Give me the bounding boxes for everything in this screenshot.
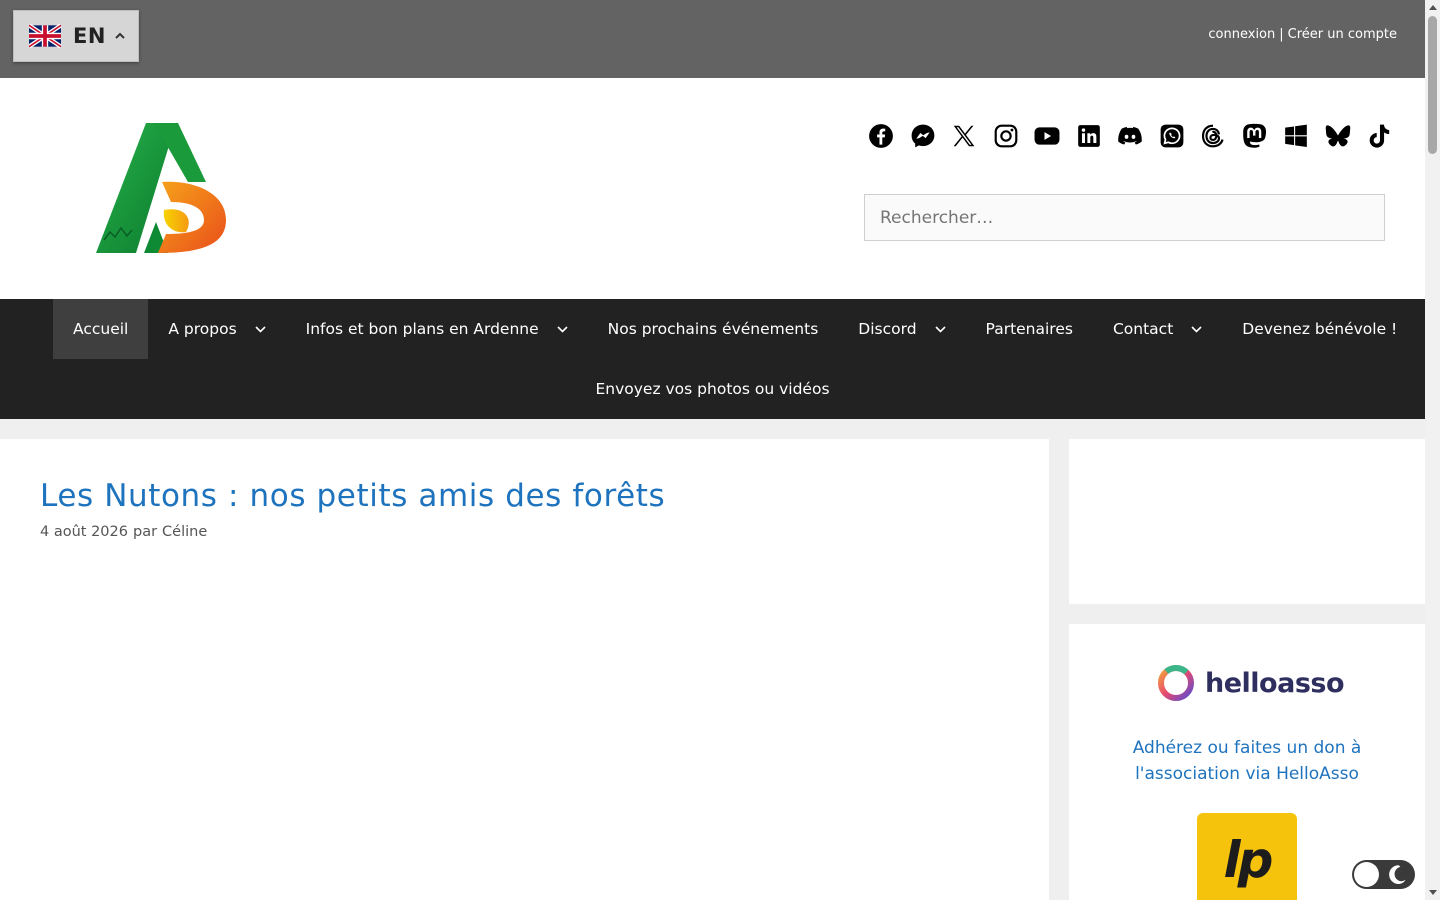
helloasso-logo[interactable]: helloasso	[1157, 664, 1345, 702]
messenger-link[interactable]	[908, 121, 938, 151]
post-by: par	[132, 524, 158, 540]
threads-icon	[1201, 124, 1224, 148]
page-scrollbar[interactable]	[1425, 0, 1440, 900]
tiktok-link[interactable]	[1364, 121, 1394, 151]
nav-label: Nos prochains événements	[607, 320, 819, 338]
chevron-down-icon	[934, 325, 946, 333]
linkedin-icon	[1077, 125, 1100, 147]
nav-label: Devenez bénévole !	[1242, 320, 1398, 338]
auth-separator: |	[1279, 27, 1284, 42]
scroll-up-arrow-icon[interactable]	[1425, 0, 1440, 15]
chevron-down-icon	[1191, 325, 1202, 333]
site-header	[0, 78, 1425, 299]
main-navigation: Accueil A propos Infos et bon plans en A…	[0, 299, 1425, 419]
nav-row-1: Accueil A propos Infos et bon plans en A…	[53, 299, 1417, 359]
instagram-icon	[994, 124, 1017, 148]
nav-item-evenements[interactable]: Nos prochains événements	[588, 299, 839, 359]
nav-item-benevole[interactable]: Devenez bénévole !	[1222, 299, 1417, 359]
mastodon-link[interactable]	[1240, 121, 1270, 151]
whatsapp-link[interactable]	[1157, 121, 1187, 151]
threads-link[interactable]	[1198, 121, 1228, 151]
youtube-icon	[1034, 127, 1060, 145]
sidebar-widget-empty	[1069, 439, 1425, 604]
lp-logo[interactable]: lp	[1197, 813, 1297, 900]
facebook-link[interactable]	[866, 121, 896, 151]
lp-logo-text: lp	[1223, 831, 1274, 889]
helloasso-brand: helloasso	[1205, 667, 1345, 699]
youtube-link[interactable]	[1032, 121, 1062, 151]
post-author[interactable]: Céline	[162, 524, 207, 540]
register-link[interactable]: Créer un compte	[1288, 27, 1397, 42]
discord-link[interactable]	[1115, 121, 1145, 151]
helloasso-mark-icon	[1158, 665, 1194, 701]
x-link[interactable]	[949, 121, 979, 151]
post-meta: 4 août 2026 par Céline	[40, 524, 207, 540]
language-switcher[interactable]: EN	[13, 10, 139, 62]
discord-icon	[1118, 127, 1142, 145]
tiktok-icon	[1369, 124, 1390, 148]
nav-item-contact[interactable]: Contact	[1093, 299, 1222, 359]
nav-item-a-propos[interactable]: A propos	[148, 299, 285, 359]
language-code: EN	[73, 24, 106, 48]
instagram-link[interactable]	[991, 121, 1021, 151]
windows-icon	[1285, 124, 1307, 147]
chevron-down-icon	[255, 325, 266, 333]
main-content: Les Nutons : nos petits amis des forêts …	[0, 439, 1049, 900]
top-bar: EN connexion | Créer un compte	[0, 0, 1425, 78]
chevron-up-icon	[115, 32, 125, 39]
nav-label: Infos et bon plans en Ardenne	[305, 320, 539, 338]
scroll-down-arrow-icon[interactable]	[1425, 885, 1440, 900]
toggle-knob	[1354, 862, 1379, 887]
nav-item-partenaires[interactable]: Partenaires	[966, 299, 1093, 359]
site-logo[interactable]	[96, 122, 228, 256]
bluesky-link[interactable]	[1323, 121, 1353, 151]
scrollbar-thumb[interactable]	[1428, 16, 1437, 154]
moon-icon	[1389, 865, 1406, 884]
nav-item-photos[interactable]: Envoyez vos photos ou vidéos	[575, 359, 849, 419]
bluesky-icon	[1325, 125, 1350, 147]
windows-link[interactable]	[1281, 121, 1311, 151]
sidebar-widget-helloasso: helloasso Adhérez ou faites un don à l'a…	[1069, 624, 1425, 900]
nav-label: A propos	[168, 320, 237, 338]
nav-item-accueil[interactable]: Accueil	[53, 299, 149, 359]
dark-mode-toggle[interactable]	[1352, 860, 1415, 889]
facebook-icon	[869, 124, 893, 148]
social-links	[866, 120, 1406, 152]
messenger-icon	[911, 124, 934, 148]
uk-flag-icon	[29, 24, 61, 48]
mastodon-icon	[1242, 123, 1266, 148]
login-link[interactable]: connexion	[1208, 27, 1275, 42]
nav-label: Contact	[1112, 320, 1174, 338]
chevron-down-icon	[557, 325, 568, 333]
helloasso-donate-link[interactable]: Adhérez ou faites un don à l'association…	[1069, 735, 1425, 787]
nav-row-2: Envoyez vos photos ou vidéos	[0, 359, 1425, 419]
x-icon	[953, 125, 975, 147]
linkedin-link[interactable]	[1074, 121, 1104, 151]
nav-item-discord[interactable]: Discord	[838, 299, 965, 359]
search-input[interactable]	[864, 194, 1385, 241]
nav-label: Discord	[858, 320, 917, 338]
account-links: connexion | Créer un compte	[1208, 27, 1397, 42]
whatsapp-icon	[1160, 124, 1183, 148]
nav-item-infos[interactable]: Infos et bon plans en Ardenne	[286, 299, 588, 359]
nav-label: Accueil	[73, 320, 129, 338]
nav-label: Envoyez vos photos ou vidéos	[595, 380, 830, 398]
nav-label: Partenaires	[985, 320, 1073, 338]
post-date: 4 août 2026	[40, 524, 128, 540]
post-title[interactable]: Les Nutons : nos petits amis des forêts	[40, 478, 665, 514]
